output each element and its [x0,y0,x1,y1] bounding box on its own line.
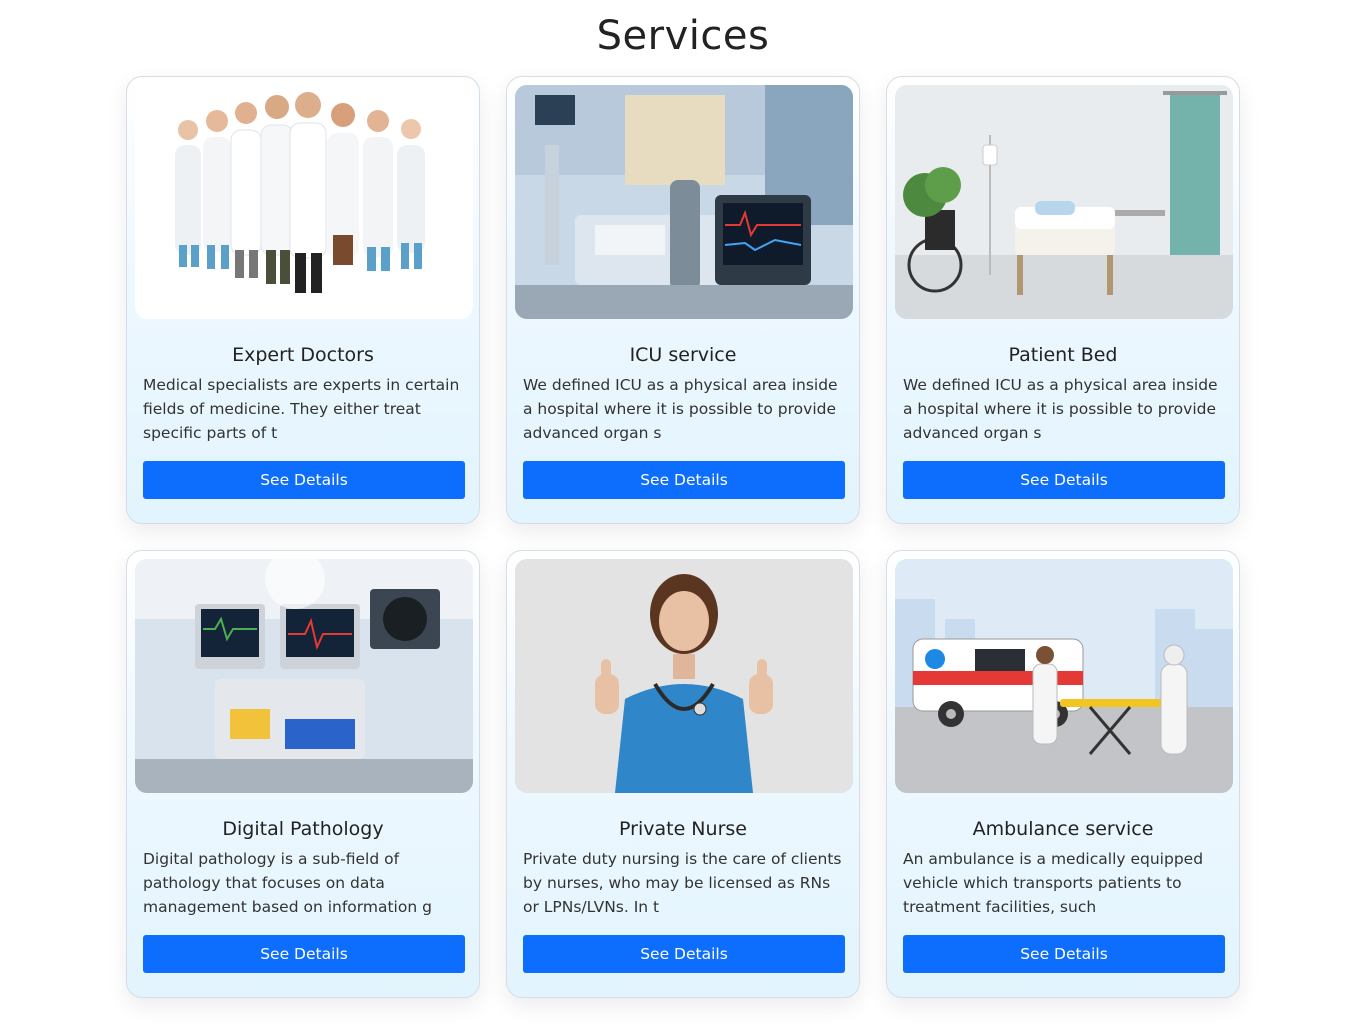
card-title: Digital Pathology [222,818,384,840]
see-details-button[interactable]: See Details [903,935,1225,973]
see-details-button[interactable]: See Details [143,461,465,499]
see-details-button[interactable]: See Details [523,461,845,499]
see-details-button[interactable]: See Details [903,461,1225,499]
service-card-patient-bed: Patient Bed We defined ICU as a physical… [886,76,1240,524]
expert-doctors-image [135,85,473,319]
card-description: Medical specialists are experts in certa… [143,376,460,442]
card-title: Ambulance service [972,818,1154,840]
service-card-private-nurse: Private Nurse Private duty nursing is th… [506,550,860,998]
service-card-ambulance-service: Ambulance service An ambulance is a medi… [886,550,1240,998]
card-title: Patient Bed [1008,344,1118,366]
icu-service-image [515,85,853,319]
card-description: Private duty nursing is the care of clie… [523,850,842,916]
service-card-icu-service: ICU service We defined ICU as a physical… [506,76,860,524]
ambulance-service-image [895,559,1233,793]
card-description: An ambulance is a medically equipped veh… [903,850,1204,916]
card-title: ICU service [629,344,737,366]
card-description: We defined ICU as a physical area inside… [523,376,838,442]
service-card-expert-doctors: Expert Doctors Medical specialists are e… [126,76,480,524]
patient-bed-image [895,85,1233,319]
page-title: Services [596,13,770,59]
see-details-button[interactable]: See Details [523,935,845,973]
private-nurse-image [515,559,853,793]
card-description: We defined ICU as a physical area inside… [903,376,1218,442]
digital-pathology-image [135,559,473,793]
services-grid: Expert Doctors Medical specialists are e… [126,76,1242,998]
see-details-button[interactable]: See Details [143,935,465,973]
card-title: Expert Doctors [232,344,374,366]
service-card-digital-pathology: Digital Pathology Digital pathology is a… [126,550,480,998]
card-description: Digital pathology is a sub-field of path… [143,850,432,916]
card-title: Private Nurse [619,818,747,840]
